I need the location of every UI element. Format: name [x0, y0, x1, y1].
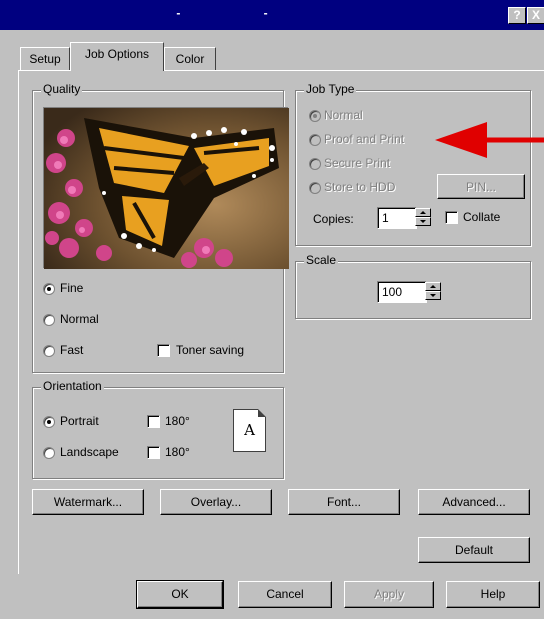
advanced-button[interactable]: Advanced... — [418, 489, 530, 515]
job-type-secure-print-label[interactable]: Secure Print — [324, 156, 390, 170]
orientation-landscape-label[interactable]: Landscape — [60, 445, 119, 459]
portrait-rotate-180-checkbox[interactable] — [147, 415, 160, 428]
cancel-button[interactable]: Cancel — [238, 581, 332, 608]
quality-normal-radio[interactable] — [43, 314, 55, 326]
apply-button[interactable]: Apply — [344, 581, 434, 608]
portrait-page-icon: A — [233, 409, 266, 452]
job-type-store-to-hdd-radio[interactable] — [309, 182, 321, 194]
copies-field[interactable]: 1 — [377, 207, 417, 229]
quality-group-title: Quality — [41, 82, 83, 96]
tab-job-options[interactable]: Job Options — [70, 42, 164, 71]
job-type-proof-and-print-radio[interactable] — [309, 134, 321, 146]
quality-fine-label[interactable]: Fine — [60, 281, 83, 295]
copies-up-button[interactable] — [415, 208, 431, 217]
job-type-secure-print-radio[interactable] — [309, 158, 321, 170]
collate-label[interactable]: Collate — [463, 210, 500, 224]
scale-down-button[interactable] — [425, 291, 441, 300]
scale-field[interactable]: 100 — [377, 281, 427, 303]
orientation-landscape-radio[interactable] — [43, 447, 55, 459]
pin-button[interactable]: PIN... — [437, 174, 525, 199]
toner-saving-label[interactable]: Toner saving — [176, 343, 244, 357]
help-button[interactable]: Help — [446, 581, 540, 608]
window-title: - - — [176, 6, 308, 20]
scale-group-title: Scale — [304, 253, 339, 267]
scale-up-button[interactable] — [425, 282, 441, 291]
quality-fine-radio[interactable] — [43, 283, 55, 295]
butterfly-photo-icon — [44, 108, 289, 269]
overlay-button[interactable]: Overlay... — [160, 489, 272, 515]
collate-checkbox[interactable] — [445, 211, 458, 224]
portrait-rotate-180-label[interactable]: 180° — [165, 414, 190, 428]
quality-normal-label[interactable]: Normal — [60, 312, 99, 326]
job-type-normal-radio[interactable] — [309, 110, 321, 122]
job-type-normal-label[interactable]: Normal — [324, 108, 363, 122]
copies-down-button[interactable] — [415, 217, 431, 226]
close-button[interactable]: X — [527, 7, 544, 24]
orientation-group-title: Orientation — [41, 379, 104, 393]
tab-setup[interactable]: Setup — [20, 47, 70, 71]
orientation-portrait-label[interactable]: Portrait — [60, 414, 99, 428]
watermark-button[interactable]: Watermark... — [32, 489, 144, 515]
landscape-rotate-180-checkbox[interactable] — [147, 446, 160, 459]
font-button[interactable]: Font... — [288, 489, 400, 515]
default-button[interactable]: Default — [418, 537, 530, 563]
quality-fast-radio[interactable] — [43, 345, 55, 357]
help-title-button[interactable]: ? — [508, 7, 526, 24]
ok-button[interactable]: OK — [136, 580, 224, 609]
copies-label: Copies: — [313, 212, 354, 226]
job-type-group-title: Job Type — [304, 82, 357, 96]
red-arrow-icon — [435, 122, 544, 158]
title-bar[interactable]: - - ? X — [0, 0, 544, 30]
landscape-rotate-180-label[interactable]: 180° — [165, 445, 190, 459]
orientation-portrait-radio[interactable] — [43, 416, 55, 428]
quality-preview-image — [43, 107, 289, 269]
tab-color[interactable]: Color — [164, 47, 216, 71]
job-type-store-to-hdd-label[interactable]: Store to HDD — [324, 180, 395, 194]
job-type-proof-and-print-label[interactable]: Proof and Print — [324, 132, 404, 146]
printer-properties-dialog: - - ? X Setup Job Options Color Quality — [0, 0, 544, 619]
quality-fast-label[interactable]: Fast — [60, 343, 83, 357]
toner-saving-checkbox[interactable] — [157, 344, 170, 357]
